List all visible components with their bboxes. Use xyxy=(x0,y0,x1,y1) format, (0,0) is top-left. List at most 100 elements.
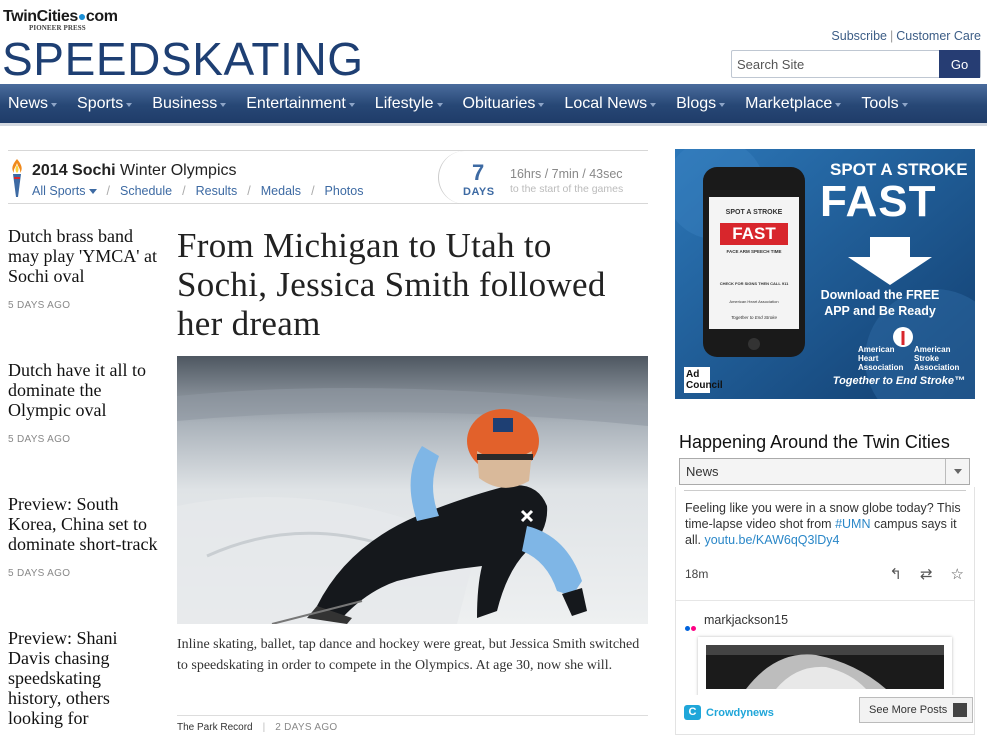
section-title: SPEEDSKATING xyxy=(2,33,364,85)
ad-phone-line1: SPOT A STROKE xyxy=(725,209,783,216)
flickr-username[interactable]: markjackson15 xyxy=(704,613,788,627)
crowdynews-brand[interactable]: C Crowdynews xyxy=(684,705,774,720)
olympics-link-separator: / xyxy=(182,184,186,198)
ad-phone-line2: FAST xyxy=(732,224,776,243)
customer-care-link[interactable]: Customer Care xyxy=(896,29,981,43)
olympics-link-medals[interactable]: Medals xyxy=(261,184,301,198)
search-box: Go xyxy=(731,50,981,78)
chevron-down-icon xyxy=(650,103,657,107)
ad-phone-tag: Together to End Stroke xyxy=(730,315,778,320)
chevron-down-icon xyxy=(835,103,842,107)
olympics-link-separator: / xyxy=(106,184,110,198)
top-links-separator: | xyxy=(890,29,894,43)
ad-headline-2: FAST xyxy=(820,177,937,226)
olympics-link-results[interactable]: Results xyxy=(196,184,238,198)
story-link[interactable]: Preview: South Korea, China set to domin… xyxy=(8,494,158,554)
feed-divider xyxy=(676,600,974,601)
article-hero-image[interactable] xyxy=(177,356,648,624)
search-go-button[interactable]: Go xyxy=(939,50,980,78)
chevron-down-icon xyxy=(538,103,545,107)
story-link[interactable]: Preview: Shani Davis chasing speedskatin… xyxy=(8,628,158,728)
site-header: TwinCities●com PIONEER PRESS SPEEDSKATIN… xyxy=(0,0,987,84)
reply-icon[interactable]: ↰ xyxy=(889,565,902,583)
countdown-days-label: DAYS xyxy=(463,186,495,198)
hashtag-link[interactable]: #UMN xyxy=(835,517,870,531)
chevron-down-icon xyxy=(348,103,355,107)
story-link[interactable]: Dutch brass band may play 'YMCA' at Soch… xyxy=(8,226,158,286)
story-age: 5 DAYS AGO xyxy=(8,568,71,579)
site-logo[interactable]: TwinCities●com PIONEER PRESS xyxy=(3,8,133,34)
olympics-bar: 2014 Sochi Winter Olympics All Sports / … xyxy=(8,150,648,204)
stroke-ad-banner[interactable]: SPOT A STROKE FAST FACE ARM SPEECH TIME … xyxy=(675,149,975,399)
flickr-photo[interactable] xyxy=(698,637,952,697)
subscribe-link[interactable]: Subscribe xyxy=(831,29,887,43)
olympics-title[interactable]: 2014 Sochi Winter Olympics xyxy=(32,162,237,180)
article-byline: The Park Record | 2 DAYS AGO xyxy=(177,715,648,733)
favorite-icon[interactable]: ☆ xyxy=(951,565,964,583)
feed-divider xyxy=(684,490,966,491)
olympics-link-separator: / xyxy=(247,184,251,198)
story-link[interactable]: Dutch have it all to dominate the Olympi… xyxy=(8,360,158,420)
ad-org-aha: American Heart Association xyxy=(858,345,904,372)
nav-item-tools[interactable]: Tools xyxy=(861,84,908,123)
ad-phone-call: CHECK FOR SIGNS THEN CALL 911 xyxy=(719,281,789,286)
flickr-icon xyxy=(685,618,699,631)
nav-item-business[interactable]: Business xyxy=(152,84,227,123)
nav-item-entertainment[interactable]: Entertainment xyxy=(246,84,355,123)
olympics-link-all-sports[interactable]: All Sports xyxy=(32,184,97,198)
article-source[interactable]: The Park Record xyxy=(177,722,253,733)
tweet-age: 18m xyxy=(685,567,709,581)
ad-org-asa: American Stroke Association xyxy=(914,345,960,372)
nav-item-news[interactable]: News xyxy=(8,84,58,123)
flickr-photo-graphic xyxy=(706,645,944,689)
search-input[interactable] xyxy=(732,51,940,77)
olympic-torch-icon xyxy=(12,159,22,197)
article-age: 2 DAYS AGO xyxy=(275,722,338,733)
widget-category-select[interactable]: News xyxy=(679,458,970,485)
social-feed: Feeling like you were in a snow globe to… xyxy=(675,487,975,735)
nav-item-local-news[interactable]: Local News xyxy=(564,84,657,123)
olympics-link-separator: / xyxy=(311,184,315,198)
tweet-actions: ↰ ⇄ ☆ xyxy=(889,565,964,583)
nav-item-obituaries[interactable]: Obituaries xyxy=(463,84,545,123)
countdown-days-number: 7 xyxy=(472,160,485,185)
chevron-down-icon xyxy=(719,103,726,107)
games-countdown: 7 DAYS 16hrs / 7min / 43sec to the start… xyxy=(438,151,648,204)
tweet-text: Feeling like you were in a snow globe to… xyxy=(685,501,961,547)
chevron-down-icon xyxy=(901,103,908,107)
story-age: 5 DAYS AGO xyxy=(8,434,71,445)
countdown-subtitle: to the start of the games xyxy=(510,183,624,195)
related-stories: Dutch brass band may play 'YMCA' at Soch… xyxy=(8,226,158,728)
chevron-down-icon xyxy=(126,103,133,107)
nav-item-sports[interactable]: Sports xyxy=(77,84,133,123)
retweet-icon[interactable]: ⇄ xyxy=(920,565,933,583)
ad-tagline: Together to End Stroke™ xyxy=(832,375,965,387)
ad-download-text: Download the FREE APP and Be Ready xyxy=(820,288,940,318)
olympics-link-schedule[interactable]: Schedule xyxy=(120,184,172,198)
article-headline[interactable]: From Michigan to Utah to Sochi, Jessica … xyxy=(177,226,647,343)
nav-item-blogs[interactable]: Blogs xyxy=(676,84,726,123)
story-age: 5 DAYS AGO xyxy=(8,300,71,311)
list-item: Dutch have it all to dominate the Olympi… xyxy=(8,360,158,494)
logo-wordmark: TwinCities●com xyxy=(3,8,118,25)
expand-icon xyxy=(953,703,967,717)
chevron-down-icon[interactable] xyxy=(945,459,969,484)
nav-item-marketplace[interactable]: Marketplace xyxy=(745,84,842,123)
article-caption: Inline skating, ballet, tap dance and ho… xyxy=(177,637,640,673)
list-item: Preview: Shani Davis chasing speedskatin… xyxy=(8,628,158,728)
skater-photo xyxy=(177,356,648,624)
chevron-down-icon xyxy=(51,103,58,107)
olympics-link-photos[interactable]: Photos xyxy=(325,184,364,198)
select-value: News xyxy=(686,464,719,479)
nav-item-lifestyle[interactable]: Lifestyle xyxy=(375,84,443,123)
widget-footer: C Crowdynews See More Posts xyxy=(676,695,974,734)
main-nav: News Sports Business Entertainment Lifes… xyxy=(0,84,987,126)
widget-title: Happening Around the Twin Cities xyxy=(679,432,950,452)
tweet-url-link[interactable]: youtu.be/KAW6qQ3lDy4 xyxy=(704,533,839,547)
caret-down-icon xyxy=(88,189,97,195)
byline-separator: | xyxy=(262,722,266,733)
crowdynews-icon: C xyxy=(684,705,701,720)
see-more-posts-button[interactable]: See More Posts xyxy=(859,697,973,723)
list-item: Dutch brass band may play 'YMCA' at Soch… xyxy=(8,226,158,360)
top-links: Subscribe | Customer Care xyxy=(831,29,981,43)
